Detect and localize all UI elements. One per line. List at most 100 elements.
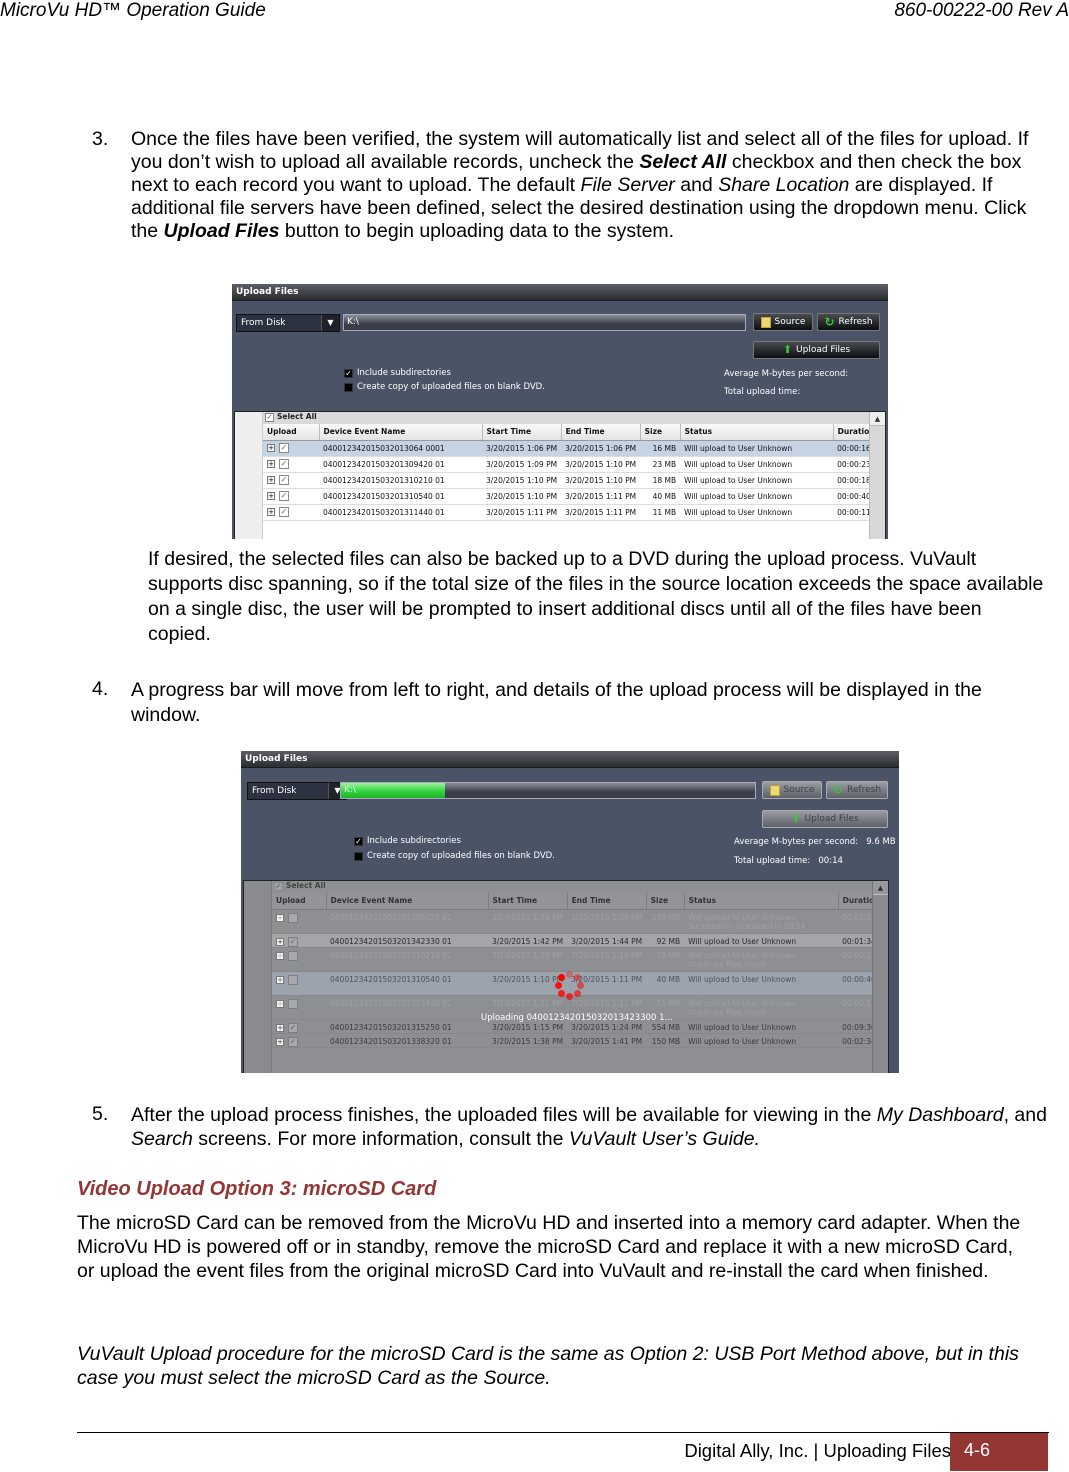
col-upload[interactable]: Upload (272, 893, 327, 910)
upload-checkbox[interactable] (288, 998, 298, 1009)
upload-checkbox[interactable] (288, 974, 298, 985)
col-upload[interactable]: Upload (263, 424, 320, 441)
expand-icon[interactable]: + (267, 460, 275, 468)
uploading-status-text: Uploading 040012342015032013423300 1... (481, 1013, 673, 1023)
expand-icon[interactable]: + (276, 1023, 284, 1032)
cell-size: 18 MB (646, 947, 685, 972)
select-all-checkbox[interactable]: ✓ Select All (272, 881, 872, 893)
table-row[interactable]: + ✓ 04001234201503201309420 01 3/20/2015 1:… (263, 456, 880, 473)
cell-start-time: 3/20/2015 1:11 PM (482, 504, 562, 521)
table-row[interactable]: + ✓ 04001234201503201310210 01 3/20/2015 1:… (263, 472, 880, 489)
include-subdirectories-checkbox[interactable]: ✓ Include subdirectories (344, 368, 451, 378)
scroll-up-icon[interactable]: ▲ (873, 881, 888, 895)
cell-event-name: 04001234201503201342330 01 (326, 933, 488, 948)
table-row[interactable]: +04001234201503201336020 01 3/20/2015 1:3… (272, 909, 885, 934)
upload-checkbox[interactable]: ✓ (279, 475, 289, 485)
cell-size: 18 MB (640, 472, 681, 489)
upload-checkbox[interactable]: ✓ (288, 1036, 298, 1047)
status-text: Will upload to User Unknown (688, 998, 797, 1008)
my-dashboard-emph: My Dashboard (876, 1104, 1004, 1126)
expand-icon[interactable]: + (276, 999, 284, 1008)
create-dvd-copy-checkbox[interactable]: Create copy of uploaded files on blank D… (344, 382, 545, 392)
upload-checkbox[interactable]: ✓ (279, 491, 289, 501)
checkmark-icon[interactable]: ✓ (354, 836, 363, 846)
dropdown-value: From Disk (241, 318, 286, 328)
upload-files-button[interactable]: ⬆ Upload Files (762, 810, 888, 828)
cell-end-time: 3/20/2015 1:11 PM (561, 488, 641, 505)
expand-icon[interactable]: + (267, 508, 275, 516)
checkbox-box[interactable] (344, 382, 353, 392)
checkmark-icon[interactable]: ✓ (274, 882, 283, 891)
create-dvd-copy-checkbox[interactable]: Create copy of uploaded files on blank D… (354, 851, 555, 861)
cell-end-time: 3/20/2015 1:41 PM (567, 1033, 647, 1048)
col-status[interactable]: Status (680, 424, 834, 441)
checkbox-box[interactable] (354, 851, 363, 861)
source-path-field[interactable]: K:\ (340, 782, 756, 799)
col-status[interactable]: Status (684, 893, 839, 910)
expand-icon[interactable]: + (267, 492, 275, 500)
col-size[interactable]: Size (646, 893, 685, 910)
checkbox-label: Create copy of uploaded files on blank D… (357, 382, 545, 392)
upload-checkbox[interactable]: ✓ (288, 1022, 298, 1033)
upload-checkbox[interactable] (288, 912, 298, 923)
section-body: The microSD Card can be removed from the… (77, 1212, 1021, 1282)
source-type-dropdown[interactable]: From Disk ▼ (236, 314, 340, 332)
table-row[interactable]: +04001234201503201310210 01 3/20/2015 1:1… (272, 947, 885, 972)
expand-icon[interactable]: + (276, 951, 284, 960)
table-row[interactable]: + ✓ 040012342015032013064 0001 3/20/2015 1:… (263, 440, 880, 457)
col-end-time[interactable]: End Time (567, 893, 647, 910)
file-grid: ✓ Select All Upload Device Event Name Sta… (234, 411, 886, 539)
checkmark-icon[interactable]: ✓ (265, 413, 274, 422)
vertical-scrollbar[interactable]: ▲ (872, 881, 888, 1073)
upload-checkbox[interactable]: ✓ (288, 936, 298, 947)
col-device-event-name[interactable]: Device Event Name (326, 893, 489, 910)
status-text: Will upload to User Unknown (688, 1036, 797, 1046)
expand-icon[interactable]: + (276, 937, 284, 946)
upload-progress-fill (341, 783, 445, 798)
table-row[interactable]: + ✓ 04001234201503201338320 01 3/20/2015 1:… (272, 1033, 885, 1048)
chevron-down-icon[interactable]: ▼ (321, 315, 339, 331)
table-row[interactable]: + ✓ 04001234201503201342330 01 3/20/2015 1:… (272, 933, 885, 948)
upload-files-window-1: Upload Files From Disk ▼ K:\ Source ↻ Ref… (232, 284, 888, 539)
avg-mbytes-label: Average M-bytes per second: (724, 369, 849, 379)
cell-end-time: 3/20/2015 1:10 PM (561, 472, 641, 489)
cell-start-time: 3/20/2015 1:10 PM (488, 947, 568, 972)
upload-checkbox[interactable]: ✓ (279, 443, 289, 453)
col-device-event-name[interactable]: Device Event Name (319, 424, 483, 441)
source-button[interactable]: Source (753, 313, 813, 331)
table-row[interactable]: + ✓ 04001234201503201311440 01 3/20/2015 1:… (263, 504, 880, 521)
source-label: Source (783, 785, 815, 795)
upload-checkbox[interactable]: ✓ (279, 507, 289, 517)
upload-files-button[interactable]: ⬆ Upload Files (753, 341, 880, 359)
cell-status: Will upload to User Unknown (684, 933, 839, 948)
col-start-time[interactable]: Start Time (488, 893, 568, 910)
refresh-icon: ↻ (832, 783, 844, 797)
checkmark-icon[interactable]: ✓ (344, 368, 353, 378)
table-row[interactable]: + ✓ 04001234201503201310540 01 3/20/2015 1:… (263, 488, 880, 505)
source-path-field[interactable]: K:\ (343, 314, 746, 331)
col-end-time[interactable]: End Time (561, 424, 641, 441)
footer-text: Digital Ally, Inc. | Uploading Files (684, 1440, 951, 1461)
upload-checkbox[interactable]: ✓ (279, 459, 289, 469)
expand-icon[interactable]: + (267, 444, 275, 452)
spinner-dot (566, 993, 573, 1000)
col-size[interactable]: Size (640, 424, 681, 441)
expand-icon[interactable]: + (276, 913, 284, 922)
path-value: K:\ (344, 785, 356, 795)
expand-icon[interactable]: + (267, 476, 275, 484)
upload-label: Upload Files (796, 345, 851, 355)
expand-icon[interactable]: + (276, 1037, 284, 1046)
upload-checkbox[interactable] (288, 950, 298, 961)
select-all-checkbox[interactable]: ✓ Select All (263, 412, 869, 424)
expand-icon[interactable]: + (276, 975, 284, 984)
cell-event-name: 04001234201503201310540 01 (319, 488, 482, 505)
scroll-up-icon[interactable]: ▲ (870, 412, 885, 426)
vertical-scrollbar[interactable]: ▲ (869, 412, 885, 539)
search-emph: Search (131, 1128, 193, 1150)
include-subdirectories-checkbox[interactable]: ✓ Include subdirectories (354, 836, 461, 846)
col-start-time[interactable]: Start Time (482, 424, 562, 441)
refresh-button[interactable]: ↻ Refresh (826, 781, 888, 799)
source-type-dropdown[interactable]: From Disk ▼ (247, 782, 347, 800)
refresh-button[interactable]: ↻ Refresh (817, 313, 880, 331)
source-button[interactable]: Source (762, 781, 822, 799)
